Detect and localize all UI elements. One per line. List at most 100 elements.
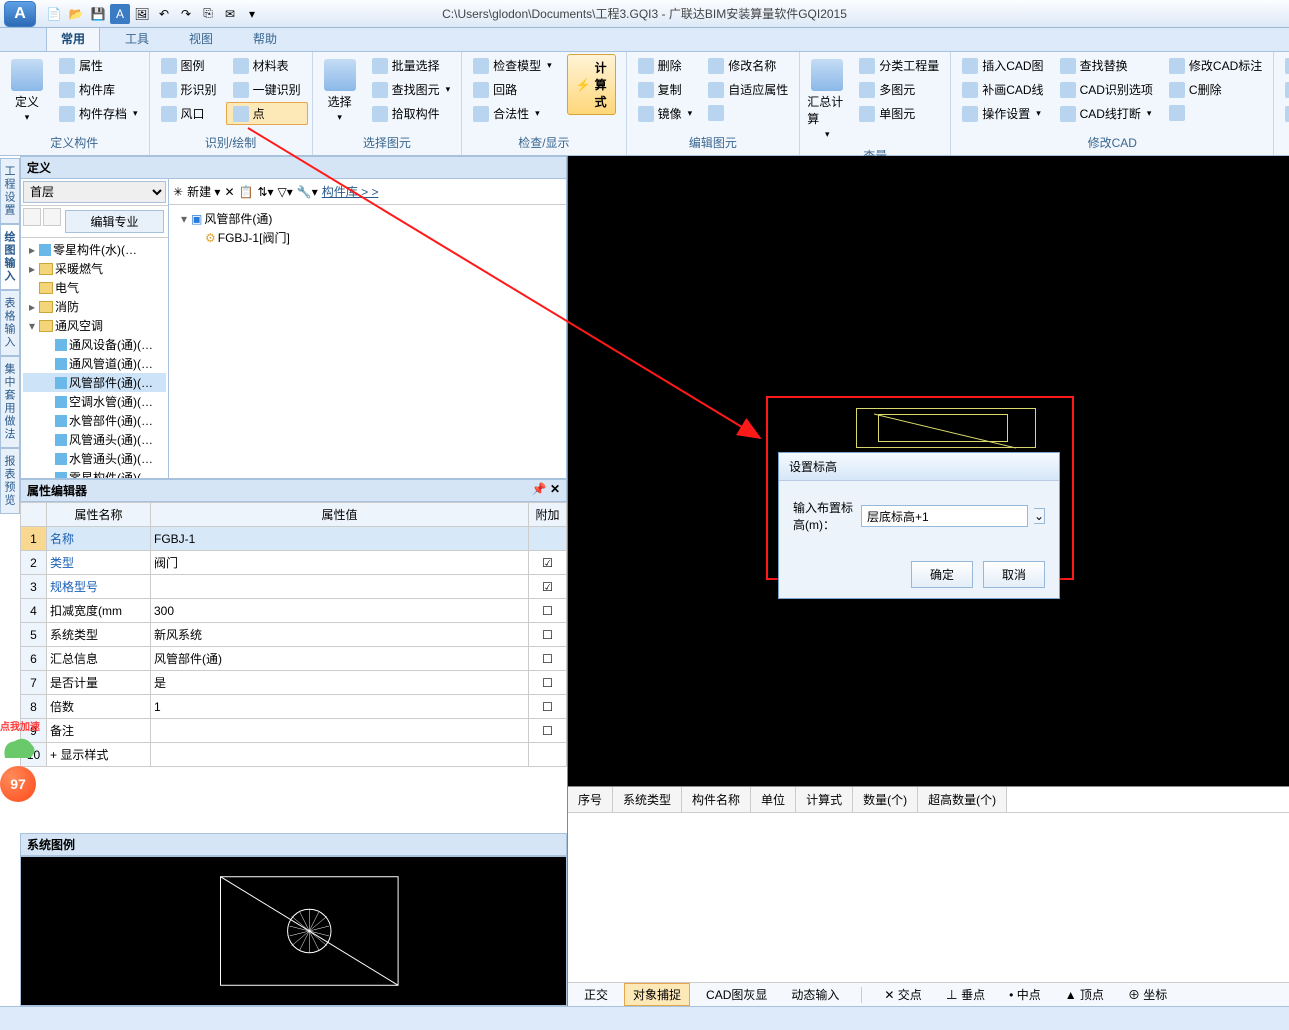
vtab-draw-input[interactable]: 绘图输入 (0, 224, 20, 290)
property-row[interactable]: 2类型阀门☑ (21, 551, 567, 575)
pin-icon[interactable]: 📌 (532, 482, 547, 496)
ribbon-big-btn[interactable]: 选择▾ (317, 54, 363, 128)
property-row[interactable]: 9备注☐ (21, 719, 567, 743)
ribbon-btn[interactable]: 区域 (1278, 102, 1289, 125)
vtab-batch-apply[interactable]: 集中套用做法 (0, 356, 20, 448)
tree-item[interactable]: ▾通风空调 (23, 316, 166, 335)
ribbon-btn[interactable]: CAD线打断▾ (1053, 102, 1160, 125)
property-table[interactable]: 属性名称属性值附加1名称FGBJ-12类型阀门☑3规格型号☑4扣减宽度(mm30… (20, 502, 567, 767)
footer-tab[interactable]: 正交 (576, 984, 616, 1005)
ribbon-btn[interactable]: 插入CAD图 (955, 54, 1050, 77)
qat-new-icon[interactable]: 📄 (44, 4, 64, 24)
tree-item[interactable]: 通风管道(通)(… (23, 354, 166, 373)
ribbon-btn[interactable]: 记录 (1278, 78, 1289, 101)
qat-redo-icon[interactable]: ↷ (176, 4, 196, 24)
ribbon-btn[interactable]: 检查模型▾ (466, 54, 559, 77)
tab-view[interactable]: 视图 (174, 25, 228, 51)
chevron-down-icon[interactable]: ⌄ (1034, 508, 1045, 524)
property-row[interactable]: 6汇总信息风管部件(通)☐ (21, 647, 567, 671)
property-row[interactable]: 1名称FGBJ-1 (21, 527, 567, 551)
tree-item[interactable]: 零星构件(通)(… (23, 468, 166, 478)
ribbon-btn[interactable]: C删除 (1162, 78, 1269, 101)
ribbon-btn[interactable]: 表格 (1278, 54, 1289, 77)
qat-open-icon[interactable]: 📂 (66, 4, 86, 24)
ribbon-btn[interactable]: 补画CAD线 (955, 78, 1050, 101)
component-lib-link[interactable]: 构件库 > > (322, 183, 379, 200)
vtab-project-settings[interactable]: 工程设置 (0, 158, 20, 224)
tab-tools[interactable]: 工具 (110, 25, 164, 51)
snap-toggle[interactable]: • 中点 (1001, 984, 1049, 1005)
tree-item[interactable]: 电气 (23, 278, 166, 297)
ribbon-btn[interactable]: 构件库 (52, 78, 145, 101)
speedup-widget[interactable]: 点我加速 97 (0, 718, 40, 802)
vtab-report-preview[interactable]: 报表预览 (0, 448, 20, 514)
ribbon-btn[interactable]: 复制 (631, 78, 700, 101)
navigation-tree[interactable]: ▸零星构件(水)(…▸采暖燃气电气▸消防▾通风空调通风设备(通)(…通风管道(通… (21, 238, 168, 478)
tree-item[interactable]: 空调水管(通)(… (23, 392, 166, 411)
qat-btn[interactable]: ⎘ (198, 4, 218, 24)
filter-icon[interactable]: ▽▾ (278, 185, 293, 199)
qat-btn[interactable]: 🖼 (132, 4, 152, 24)
footer-tab[interactable]: CAD图灰显 (698, 984, 775, 1005)
ok-button[interactable]: 确定 (911, 561, 973, 588)
qat-btn[interactable]: ✉ (220, 4, 240, 24)
copy-icon[interactable]: 📋 (239, 185, 254, 199)
ribbon-big-btn[interactable]: 定义▾ (4, 54, 50, 128)
vtab-table-input[interactable]: 表格输入 (0, 290, 20, 356)
tree-tb-btn[interactable] (23, 208, 41, 226)
ribbon-btn[interactable]: 单图元 (852, 102, 946, 125)
ribbon-btn[interactable]: 点 (226, 102, 308, 125)
snap-toggle[interactable]: ▲ 顶点 (1057, 984, 1112, 1005)
qat-more-icon[interactable]: ▾ (242, 4, 262, 24)
ribbon-btn[interactable]: 拾取构件 (365, 102, 458, 125)
ribbon-btn[interactable]: 一键识别 (226, 78, 308, 101)
ribbon-btn[interactable]: 风口 (154, 102, 224, 125)
new-button[interactable]: 新建 ▾ (187, 183, 220, 200)
snap-toggle[interactable]: ⊥ 垂点 (938, 984, 993, 1005)
property-row[interactable]: 3规格型号☑ (21, 575, 567, 599)
ribbon-btn[interactable]: 回路 (466, 78, 559, 101)
property-row[interactable]: 4扣减宽度(mm300☐ (21, 599, 567, 623)
cancel-button[interactable]: 取消 (983, 561, 1045, 588)
edit-profession-btn[interactable]: 编辑专业 (65, 210, 164, 233)
tree-item[interactable]: 风管部件(通)(… (23, 373, 166, 392)
tree-item[interactable]: ▸消防 (23, 297, 166, 316)
ribbon-btn[interactable]: 查找替换 (1053, 54, 1160, 77)
tree-item[interactable]: 水管部件(通)(… (23, 411, 166, 430)
close-icon[interactable]: ✕ (550, 482, 560, 496)
sort-icon[interactable]: ⇅▾ (257, 185, 273, 199)
qat-btn[interactable]: A (110, 4, 130, 24)
qat-save-icon[interactable]: 💾 (88, 4, 108, 24)
qat-undo-icon[interactable]: ↶ (154, 4, 174, 24)
ribbon-btn[interactable] (701, 102, 795, 124)
ribbon-btn[interactable]: 属性 (52, 54, 145, 77)
ribbon-btn[interactable]: 材料表 (226, 54, 308, 77)
ribbon-big-btn[interactable]: 汇总计算▾ (804, 54, 850, 145)
ribbon-btn[interactable] (1162, 102, 1269, 124)
tree-item[interactable]: 风管通头(通)(… (23, 430, 166, 449)
footer-tab[interactable]: 动态输入 (783, 984, 847, 1005)
snap-toggle[interactable]: ✕ 交点 (876, 984, 929, 1005)
property-row[interactable]: 10+ 显示样式 (21, 743, 567, 767)
tree-item[interactable]: 通风设备(通)(… (23, 335, 166, 354)
ribbon-btn[interactable]: 构件存档▾ (52, 102, 145, 125)
ribbon-btn[interactable]: 自适应属性 (701, 78, 795, 101)
ribbon-btn[interactable]: 图例 (154, 54, 224, 77)
tool-icon[interactable]: 🔧▾ (297, 185, 318, 199)
ribbon-btn[interactable]: 形识别 (154, 78, 224, 101)
ribbon-btn[interactable]: 修改名称 (701, 54, 795, 77)
tree-item[interactable]: ▸采暖燃气 (23, 259, 166, 278)
formula-button[interactable]: ⚡计算式 (567, 54, 616, 115)
floor-select[interactable]: 首层 (23, 181, 166, 203)
snap-toggle[interactable]: ⊕ 坐标 (1120, 984, 1175, 1005)
property-row[interactable]: 5系统类型新风系统☐ (21, 623, 567, 647)
ribbon-btn[interactable]: 删除 (631, 54, 700, 77)
delete-icon[interactable]: ✕ (224, 185, 234, 199)
ribbon-btn[interactable]: CAD识别选项 (1053, 78, 1160, 101)
elevation-input[interactable] (861, 505, 1028, 527)
ribbon-btn[interactable]: 多图元 (852, 78, 946, 101)
ribbon-btn[interactable]: 批量选择 (365, 54, 458, 77)
ribbon-btn[interactable]: 合法性▾ (466, 102, 559, 125)
ribbon-btn[interactable]: 查找图元▾ (365, 78, 458, 101)
tab-common[interactable]: 常用 (46, 25, 100, 51)
